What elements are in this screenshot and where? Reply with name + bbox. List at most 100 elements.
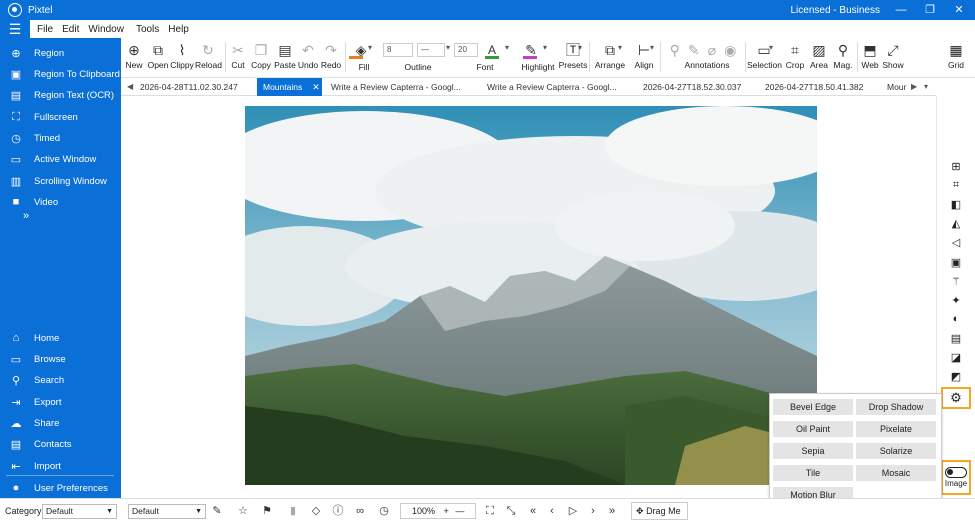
menu-window[interactable]: Window bbox=[88, 24, 124, 35]
align-button[interactable]: ⊢ Align bbox=[629, 41, 659, 75]
magnify-button[interactable]: ⚲ Mag. bbox=[831, 41, 855, 75]
fill-dropdown-icon[interactable]: ▾ bbox=[368, 43, 372, 52]
rotate-icon[interactable]: ◧ bbox=[947, 196, 965, 212]
reload-button[interactable]: ↻ Reload bbox=[195, 41, 222, 75]
bookmark-icon[interactable]: ▮ bbox=[286, 504, 300, 518]
tab-list-dropdown-icon[interactable]: ▾ bbox=[924, 78, 928, 96]
effect-mosaic-button[interactable]: Mosaic bbox=[856, 465, 936, 481]
sidebar-item-region[interactable]: ⊕ Region bbox=[0, 43, 121, 63]
link-icon[interactable]: ∞ bbox=[353, 504, 367, 518]
flag-icon[interactable]: ⚑ bbox=[260, 504, 274, 518]
effect-drop-shadow-button[interactable]: Drop Shadow bbox=[856, 399, 936, 415]
paste-button[interactable]: ▤ Paste bbox=[273, 41, 297, 75]
menu-file[interactable]: File bbox=[37, 24, 53, 35]
exposure-icon[interactable]: ◪ bbox=[947, 349, 965, 365]
next-page-icon[interactable]: › bbox=[586, 504, 600, 518]
last-page-icon[interactable]: » bbox=[605, 504, 619, 518]
tab-document[interactable]: 2026-04-27T18.50.41.382 bbox=[765, 78, 885, 96]
font-size-select[interactable]: 20 bbox=[454, 43, 478, 57]
presets-button[interactable]: 🅃 Presets bbox=[558, 41, 588, 75]
crop-canvas-icon[interactable]: ⌗ bbox=[947, 177, 965, 193]
mountain-photo[interactable] bbox=[245, 106, 817, 485]
flip-horizontal-icon[interactable]: ◭ bbox=[947, 215, 965, 231]
effect-solarize-button[interactable]: Solarize bbox=[856, 443, 936, 459]
image-icon[interactable]: ▣ bbox=[947, 254, 965, 270]
effect-pixelate-button[interactable]: Pixelate bbox=[856, 421, 936, 437]
sidebar-item-share[interactable]: ☁ Share bbox=[0, 413, 121, 433]
copy-button[interactable]: ❐ Copy bbox=[250, 41, 272, 75]
adjust-icon[interactable]: ▤ bbox=[947, 330, 965, 346]
outline-dropdown-icon[interactable]: ▾ bbox=[446, 43, 450, 52]
tab-mountains[interactable]: Mountains ✕ bbox=[257, 78, 322, 96]
tab-scroll-right-icon[interactable]: ▶ bbox=[911, 78, 917, 96]
sidebar-item-home[interactable]: ⌂ Home bbox=[0, 328, 121, 348]
annotations-group[interactable]: ⚲✎⌀◉ Annotations bbox=[662, 41, 752, 75]
sidebar-item-fullscreen[interactable]: ⛶ Fullscreen bbox=[0, 107, 121, 127]
contrast-icon[interactable]: ◐ bbox=[947, 311, 965, 327]
cut-button[interactable]: ✂ Cut bbox=[229, 41, 247, 75]
tab-document[interactable]: Write a Review Capterra - Googl... bbox=[331, 78, 481, 96]
play-icon[interactable]: ▷ bbox=[566, 504, 580, 518]
outline-size-select[interactable]: 8 bbox=[383, 43, 413, 57]
restore-button[interactable]: ❐ bbox=[922, 2, 938, 18]
font-dropdown-icon[interactable]: ▾ bbox=[505, 43, 509, 52]
undo-button[interactable]: ↶ Undo bbox=[297, 41, 319, 75]
effect-bevel-edge-button[interactable]: Bevel Edge bbox=[773, 399, 853, 415]
sidebar-item-user-preferences[interactable]: ● User Preferences bbox=[0, 478, 121, 498]
sidebar-item-import[interactable]: ⇤ Import bbox=[0, 456, 121, 476]
align-dropdown-icon[interactable]: ▾ bbox=[650, 43, 654, 52]
tab-document[interactable]: Write a Review Capterra - Googl... bbox=[487, 78, 637, 96]
actual-size-icon[interactable]: ⤡ bbox=[504, 504, 518, 518]
fit-window-icon[interactable]: ⛶ bbox=[483, 504, 497, 518]
area-button[interactable]: ▨ Area bbox=[808, 41, 830, 75]
resize-icon[interactable]: ⊞ bbox=[947, 158, 965, 174]
menu-help[interactable]: Help bbox=[168, 24, 189, 35]
web-button[interactable]: ⬒ Web bbox=[859, 41, 881, 75]
open-button[interactable]: ⧉ Open bbox=[146, 41, 170, 75]
sidebar-item-search[interactable]: ⚲ Search bbox=[0, 370, 121, 390]
image-toggle-button[interactable]: Image bbox=[941, 460, 971, 495]
zoom-control[interactable]: 100% + — ▼ bbox=[400, 503, 476, 519]
tab-document[interactable]: 2026-04-27T18.52.30.037 bbox=[643, 78, 763, 96]
tab-scroll-left-icon[interactable]: ◀ bbox=[127, 78, 133, 96]
new-button[interactable]: ⊕ New bbox=[123, 41, 145, 75]
sidebar-item-browse[interactable]: ▭ Browse bbox=[0, 349, 121, 369]
sidebar-item-video[interactable]: ■ Video bbox=[0, 192, 121, 212]
selection-dropdown-icon[interactable]: ▾ bbox=[769, 43, 773, 52]
flip-vertical-icon[interactable]: ◁ bbox=[947, 234, 965, 250]
hamburger-menu-icon[interactable]: ☰ bbox=[0, 20, 30, 38]
history-icon[interactable]: ◷ bbox=[377, 504, 391, 518]
zoom-out-icon[interactable]: — bbox=[455, 506, 464, 516]
tab-document[interactable]: Mour bbox=[887, 78, 909, 96]
sidebar-item-active-window[interactable]: ▭ Active Window bbox=[0, 149, 121, 169]
star-icon[interactable]: ☆ bbox=[236, 504, 250, 518]
effect-tile-button[interactable]: Tile bbox=[773, 465, 853, 481]
close-window-button[interactable]: ✕ bbox=[951, 2, 967, 18]
clippy-button[interactable]: ⌇ Clippy bbox=[170, 41, 194, 75]
menu-tools[interactable]: Tools bbox=[136, 24, 159, 35]
expand-icon[interactable]: » bbox=[23, 210, 29, 222]
redo-button[interactable]: ↷ Redo bbox=[320, 41, 342, 75]
sidebar-item-timed[interactable]: ◷ Timed bbox=[0, 128, 121, 148]
zoom-in-icon[interactable]: + bbox=[444, 506, 449, 516]
highlight-dropdown-icon[interactable]: ▾ bbox=[543, 43, 547, 52]
menu-edit[interactable]: Edit bbox=[62, 24, 79, 35]
selection-button[interactable]: ▭ Selection bbox=[747, 41, 782, 75]
grid-button[interactable]: ▦ Grid bbox=[940, 40, 972, 70]
magic-wand-icon[interactable]: ⚚ bbox=[947, 273, 965, 289]
presets-dropdown-icon[interactable]: ▾ bbox=[578, 43, 582, 52]
previous-page-icon[interactable]: ‹ bbox=[545, 504, 559, 518]
tab-close-icon[interactable]: ✕ bbox=[312, 82, 320, 92]
sidebar-item-export[interactable]: ⇥ Export bbox=[0, 392, 121, 412]
info-icon[interactable]: ⓘ bbox=[331, 504, 345, 518]
outline-style-select[interactable]: — bbox=[417, 43, 445, 57]
auto-fix-icon[interactable]: ✦ bbox=[947, 292, 965, 308]
drag-me-button[interactable]: ✥ Drag Me bbox=[631, 502, 688, 520]
crop-button[interactable]: ⌗ Crop bbox=[784, 41, 806, 75]
filter-icon[interactable]: ◩ bbox=[947, 368, 965, 384]
notes-icon[interactable]: ✎ bbox=[210, 504, 224, 518]
effect-sepia-button[interactable]: Sepia bbox=[773, 443, 853, 459]
category-select[interactable]: Default ▼ bbox=[42, 504, 117, 519]
effects-gear-icon[interactable]: ⚙ bbox=[941, 387, 971, 409]
sidebar-item-contacts[interactable]: ▤ Contacts bbox=[0, 434, 121, 454]
